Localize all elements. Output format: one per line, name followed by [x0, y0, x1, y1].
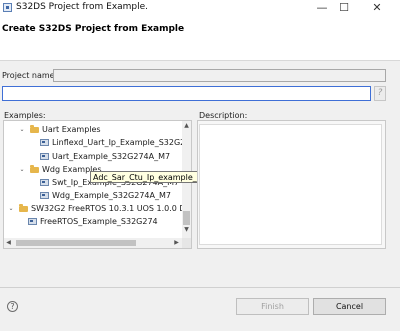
filter-help-button[interactable]: ? — [374, 86, 386, 101]
tree-item-project[interactable]: FreeRTOS_Example_S32G274 — [4, 216, 182, 228]
project-name-field[interactable] — [53, 69, 386, 82]
expand-icon[interactable]: ⌄ — [7, 203, 15, 215]
tree-item-label: Uart_Example_S32G274A_M7 — [52, 152, 171, 161]
tree-item-label: Linflexd_Uart_Ip_Example_S32G274 — [52, 138, 192, 147]
examples-label: Examples: — [4, 111, 46, 120]
close-button[interactable]: ✕ — [363, 0, 391, 16]
tree-item-uart-examples[interactable]: ⌄ Uart Examples — [4, 124, 182, 136]
tree-item-project[interactable]: Linflexd_Uart_Ip_Example_S32G274 — [4, 137, 191, 149]
tree-item-label: FreeRTOS_Example_S32G274 — [40, 217, 158, 226]
scroll-down-icon[interactable]: ▼ — [182, 225, 191, 234]
project-icon — [40, 192, 49, 199]
dialog-header: Create S32DS Project from Example — [0, 16, 400, 61]
maximize-button[interactable]: ☐ — [330, 0, 358, 16]
description-panel — [197, 120, 386, 249]
dialog-title: Create S32DS Project from Example — [2, 24, 185, 34]
tree-item-project[interactable]: Wdg_Example_S32G274A_M7 — [4, 190, 182, 202]
examples-tree[interactable]: ⌄ Uart Examples Linflexd_Uart_Ip_Example… — [3, 120, 192, 249]
project-icon — [40, 139, 49, 146]
cancel-button[interactable]: Cancel — [313, 298, 386, 315]
description-text — [199, 124, 382, 245]
footer-divider — [0, 287, 400, 288]
vertical-scroll-thumb[interactable] — [183, 211, 190, 225]
scroll-right-icon[interactable]: ▶ — [172, 238, 181, 248]
project-icon — [28, 218, 37, 225]
tree-item-project[interactable]: Uart_Example_S32G274A_M7 — [4, 151, 182, 163]
tree-item-label: SW32G2 FreeRTOS 10.3.1 UOS 1.0.0 D21 — [31, 204, 192, 213]
expand-icon[interactable]: ⌄ — [18, 124, 26, 136]
examples-horizontal-scrollbar[interactable]: ◀ ▶ — [4, 238, 191, 248]
expand-icon[interactable]: ⌄ — [18, 164, 26, 176]
scroll-left-icon[interactable]: ◀ — [4, 238, 13, 248]
project-icon — [40, 179, 49, 186]
scrollbar-corner — [182, 238, 191, 248]
tree-item-label: Wdg_Example_S32G274A_M7 — [52, 191, 171, 200]
project-name-label: Project name: — [2, 71, 58, 80]
folder-icon — [30, 125, 39, 133]
tree-item-label: Uart Examples — [42, 125, 101, 134]
project-icon — [40, 153, 49, 160]
horizontal-scroll-thumb[interactable] — [16, 240, 136, 246]
tree-item-freertos-package[interactable]: ⌄ SW32G2 FreeRTOS 10.3.1 UOS 1.0.0 D21 — [4, 203, 191, 215]
help-icon[interactable]: ? — [7, 301, 18, 312]
scroll-up-icon[interactable]: ▲ — [182, 121, 191, 130]
example-search-input[interactable] — [2, 86, 371, 101]
window-title: S32DS Project from Example. — [16, 2, 149, 12]
folder-icon — [19, 204, 28, 212]
app-icon — [3, 3, 12, 12]
folder-icon — [30, 165, 39, 173]
window-titlebar: S32DS Project from Example. — ☐ ✕ — [0, 0, 400, 16]
finish-button[interactable]: Finish — [236, 298, 309, 315]
description-label: Description: — [199, 111, 248, 120]
